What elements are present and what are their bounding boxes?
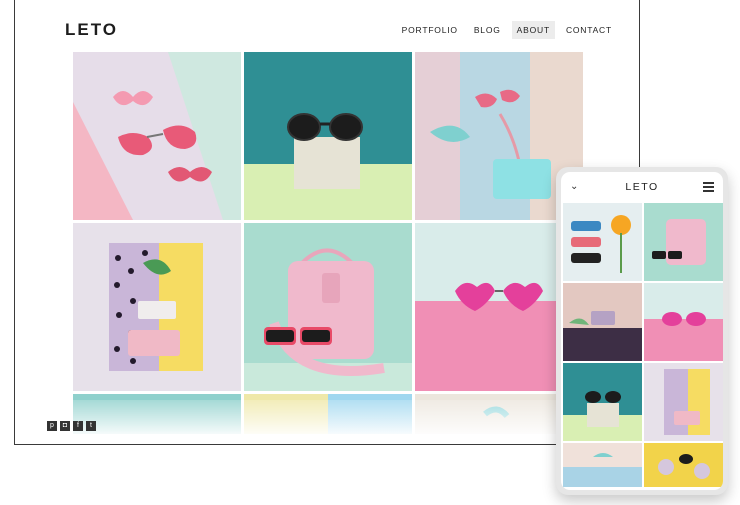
nav-blog[interactable]: BLOG [469, 21, 506, 39]
mobile-tile[interactable] [644, 363, 723, 441]
photo-bag-leopard-small [563, 283, 642, 361]
mobile-header: ⌄ LETO [561, 172, 723, 202]
portfolio-tile[interactable] [73, 223, 241, 391]
nav-about[interactable]: ABOUT [511, 21, 555, 39]
portfolio-tile[interactable] [244, 52, 412, 220]
photo-clutches-small [644, 363, 723, 441]
nav-portfolio[interactable]: PORTFOLIO [397, 21, 463, 39]
nav-contact[interactable]: CONTACT [561, 21, 617, 39]
mobile-tile[interactable] [644, 283, 723, 361]
photo-clutches-leopard [73, 223, 241, 391]
hamburger-menu-icon[interactable] [703, 182, 714, 194]
photo-pink-handbag-small [644, 203, 723, 281]
mobile-tile[interactable] [644, 203, 723, 281]
mobile-device-frame: ⌄ LETO [556, 167, 728, 495]
pinterest-icon[interactable]: p [47, 421, 57, 431]
bottom-fade-overlay [15, 400, 639, 444]
photo-butterflies-sunglasses [73, 52, 241, 220]
photo-partial-lemons-small [644, 443, 723, 487]
site-logo[interactable]: LETO [65, 20, 118, 40]
photo-heart-sunglasses-small [644, 283, 723, 361]
mobile-tile[interactable] [563, 363, 642, 441]
facebook-icon[interactable]: f [73, 421, 83, 431]
twitter-icon[interactable]: t [86, 421, 96, 431]
mobile-tile[interactable] [563, 443, 642, 487]
instagram-icon[interactable]: ◘ [60, 421, 70, 431]
portfolio-tile[interactable] [244, 223, 412, 391]
mobile-tile[interactable] [563, 203, 642, 281]
photo-partial-leaf-small [563, 443, 642, 487]
portfolio-grid [73, 52, 585, 434]
mobile-site-title[interactable]: LETO [561, 181, 723, 193]
mobile-tile[interactable] [563, 283, 642, 361]
photo-pink-handbag [244, 223, 412, 391]
social-links: p ◘ f t [47, 421, 96, 431]
photo-sunglasses-stack [563, 203, 642, 281]
mobile-portfolio-grid [563, 203, 723, 487]
mobile-screen: ⌄ LETO [561, 172, 723, 490]
desktop-browser-frame: LETO PORTFOLIO BLOG ABOUT CONTACT p ◘ f … [14, 0, 640, 445]
photo-sunglasses-pedestal [244, 52, 412, 220]
main-nav: PORTFOLIO BLOG ABOUT CONTACT [397, 21, 617, 39]
mobile-tile[interactable] [644, 443, 723, 487]
portfolio-tile[interactable] [73, 52, 241, 220]
photo-sunglasses-pedestal-small [563, 363, 642, 441]
